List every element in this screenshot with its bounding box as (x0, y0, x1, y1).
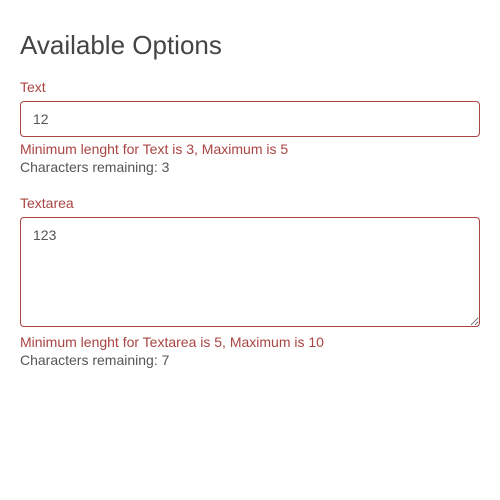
text-field-group: Text Minimum lenght for Text is 3, Maxim… (20, 79, 480, 175)
text-label: Text (20, 79, 480, 95)
text-error-message: Minimum lenght for Text is 3, Maximum is… (20, 141, 480, 157)
textarea-field-group: Textarea Minimum lenght for Textarea is … (20, 195, 480, 368)
textarea-input[interactable] (20, 217, 480, 327)
textarea-label: Textarea (20, 195, 480, 211)
textarea-remaining-message: Characters remaining: 7 (20, 352, 480, 368)
text-remaining-message: Characters remaining: 3 (20, 159, 480, 175)
options-form: Available Options Text Minimum lenght fo… (20, 30, 480, 368)
section-title: Available Options (20, 30, 480, 61)
text-input[interactable] (20, 101, 480, 137)
textarea-error-message: Minimum lenght for Textarea is 5, Maximu… (20, 334, 480, 350)
